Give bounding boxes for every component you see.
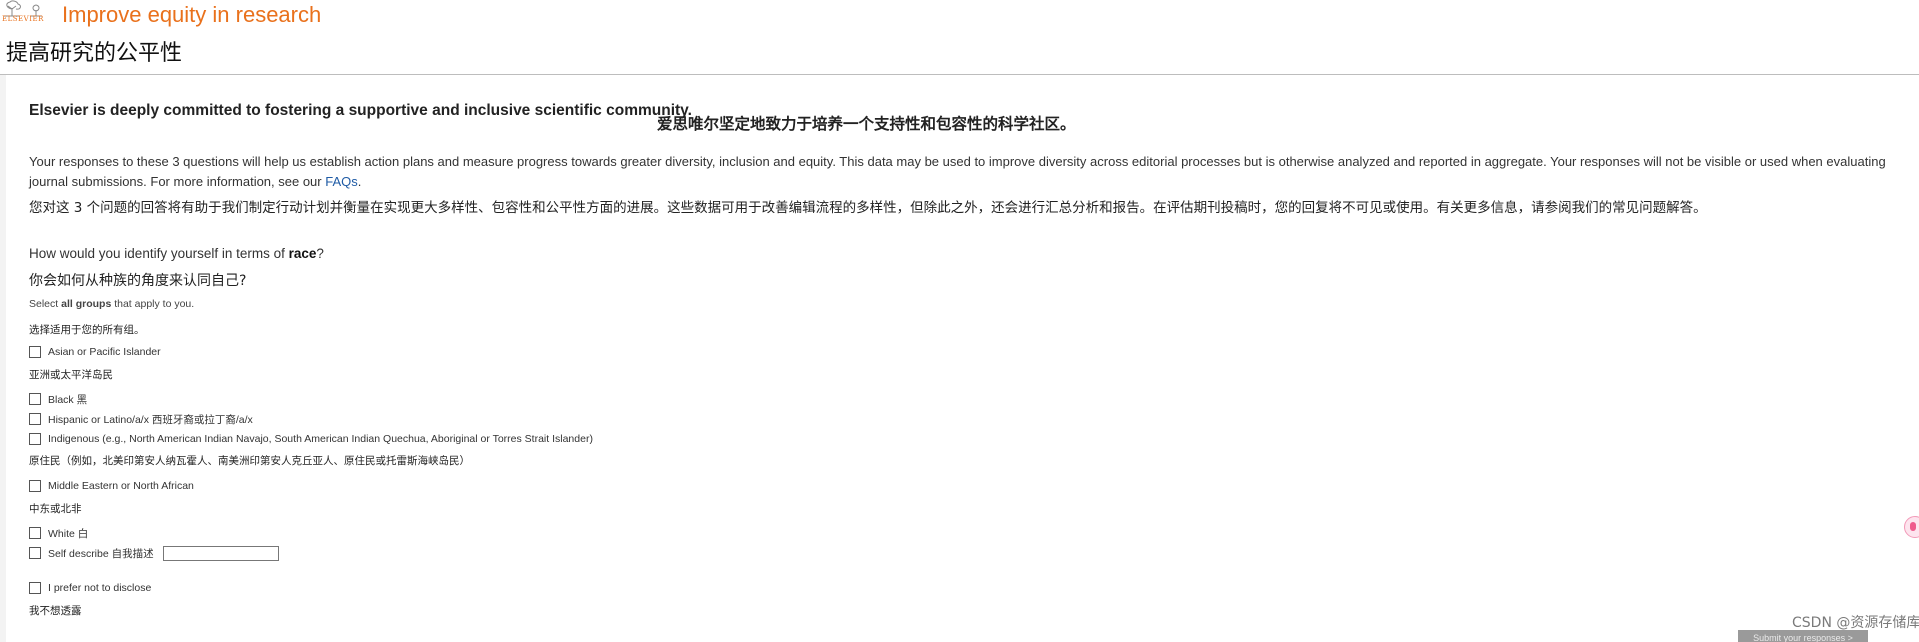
intro-paragraph-text: Your responses to these 3 questions will…: [29, 154, 1886, 189]
option-black-label: Black 黑: [48, 393, 88, 406]
survey-page: ELSEVIER Improve equity in research 提高研究…: [0, 0, 1919, 642]
option-asian[interactable]: Asian or Pacific Islander: [29, 344, 161, 360]
intro-lead-zh: 爱思唯尔坚定地致力于培养一个支持性和包容性的科学社区。: [657, 114, 1076, 133]
page-header: ELSEVIER Improve equity in research 提高研究…: [0, 0, 1919, 75]
faqs-link[interactable]: FAQs: [325, 174, 358, 189]
checkbox-self-describe[interactable]: [29, 547, 41, 559]
option-hispanic-label: Hispanic or Latino/a/x 西班牙裔或拉丁裔/a/x: [48, 413, 253, 426]
checkbox-mideast[interactable]: [29, 480, 41, 492]
option-mideast-zh: 中东或北非: [29, 503, 82, 515]
checkbox-hispanic[interactable]: [29, 413, 41, 425]
intro-paragraph-zh: 您对这 3 个问题的回答将有助于我们制定行动计划并衡量在实现更大多样性、包容性和…: [29, 200, 1707, 216]
option-mideast[interactable]: Middle Eastern or North African: [29, 478, 194, 494]
option-asian-label: Asian or Pacific Islander: [48, 346, 161, 358]
checkbox-asian[interactable]: [29, 346, 41, 358]
assistant-dot: [1910, 522, 1916, 531]
floating-assistant-icon[interactable]: [1904, 516, 1919, 538]
race-question-suffix: ?: [316, 246, 324, 261]
select-hint-prefix: Select: [29, 298, 62, 310]
race-question-prefix: How would you identify yourself in terms…: [29, 246, 289, 261]
select-hint-bold: all groups: [61, 298, 112, 310]
checkbox-black[interactable]: [29, 393, 41, 405]
option-prefer-not-label: I prefer not to disclose: [48, 582, 152, 594]
option-self-describe-label: Self describe 自我描述: [48, 547, 154, 560]
csdn-watermark: CSDN @资源存储库: [1792, 615, 1919, 631]
option-white[interactable]: White 白: [29, 525, 88, 541]
option-prefer-not-zh: 我不想透露: [29, 605, 82, 617]
select-hint-en: Select all groups that apply to you.: [29, 298, 194, 310]
race-question-en: How would you identify yourself in terms…: [29, 246, 324, 261]
intro-lead-en: Elsevier is deeply committed to fosterin…: [29, 102, 692, 119]
submit-responses-button[interactable]: Submit your responses >: [1738, 630, 1868, 642]
select-hint-suffix: that apply to you.: [111, 298, 195, 310]
option-mideast-label: Middle Eastern or North African: [48, 480, 194, 492]
option-indigenous-label: Indigenous (e.g., North American Indian …: [48, 433, 593, 445]
checkbox-prefer-not[interactable]: [29, 582, 41, 594]
option-hispanic[interactable]: Hispanic or Latino/a/x 西班牙裔或拉丁裔/a/x: [29, 411, 253, 427]
option-asian-zh: 亚洲或太平洋岛民: [29, 369, 113, 381]
option-indigenous-zh: 原住民（例如，北美印第安人纳瓦霍人、南美洲印第安人克丘亚人、原住民或托雷斯海峡岛…: [29, 455, 470, 467]
elsevier-logo: ELSEVIER: [0, 0, 46, 26]
option-black[interactable]: Black 黑: [29, 391, 87, 407]
option-white-label: White 白: [48, 527, 89, 540]
page-title-zh: 提高研究的公平性: [6, 41, 183, 66]
intro-paragraph-end: .: [357, 174, 362, 189]
page-title: Improve equity in research: [62, 2, 322, 27]
checkbox-white[interactable]: [29, 527, 41, 539]
checkbox-indigenous[interactable]: [29, 433, 41, 445]
race-question-keyword: race: [288, 246, 317, 261]
race-question-zh: 你会如何从种族的角度来认同自己?: [29, 273, 247, 289]
logo-wordmark: ELSEVIER: [2, 15, 44, 23]
self-describe-input[interactable]: [162, 545, 279, 561]
option-prefer-not[interactable]: I prefer not to disclose: [29, 580, 151, 596]
left-edge-strip: [0, 75, 6, 642]
intro-paragraph-en: Your responses to these 3 questions will…: [29, 152, 1909, 192]
option-self-describe[interactable]: Self describe 自我描述: [29, 545, 279, 561]
option-indigenous[interactable]: Indigenous (e.g., North American Indian …: [29, 431, 593, 447]
select-hint-zh: 选择适用于您的所有组。: [29, 324, 145, 336]
